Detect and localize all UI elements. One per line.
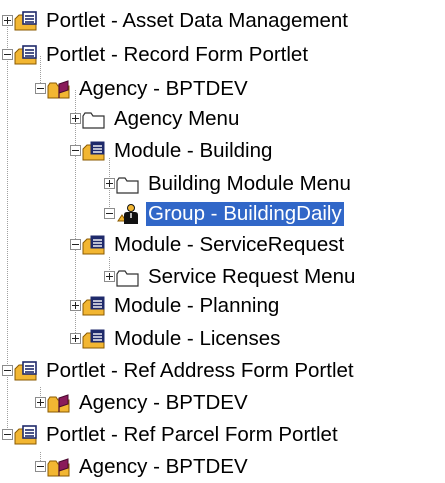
tree-node-label: Agency - BPTDEV (79, 454, 248, 478)
tree-node-module-planning[interactable]: Module - Planning (70, 289, 281, 322)
expand-toggle[interactable] (2, 15, 13, 26)
expand-toggle[interactable] (70, 300, 81, 311)
tree-node-agency-bptdev[interactable]: Agency - BPTDEV (35, 450, 250, 483)
tree-view: Portlet - Asset Data Management Portlet … (0, 0, 445, 478)
agency-folder-icon (47, 457, 70, 476)
tree-node-label: Module - Planning (114, 293, 280, 317)
module-form-icon (82, 141, 105, 160)
module-form-icon (82, 235, 105, 254)
tree-node-label: Portlet - Ref Parcel Form Portlet (46, 422, 338, 446)
tree-node-agency-bptdev[interactable]: Agency - BPTDEV (35, 386, 250, 419)
portlet-form-icon (14, 424, 37, 444)
tree-node-group-buildingdaily[interactable]: Group - BuildingDaily (104, 197, 344, 230)
tree-node-module-servicerequest[interactable]: Module - ServiceRequest (70, 228, 346, 261)
tree-node-record-form-portlet[interactable]: Portlet - Record Form Portlet (2, 38, 310, 71)
tree-node-agency-bptdev[interactable]: Agency - BPTDEV (35, 72, 250, 105)
tree-node-label: Module - ServiceRequest (114, 232, 345, 256)
tree-node-label: Building Module Menu (148, 171, 351, 195)
tree-node-label: Agency - BPTDEV (79, 390, 248, 414)
collapse-toggle[interactable] (35, 461, 46, 472)
expand-toggle[interactable] (104, 178, 115, 189)
collapse-toggle[interactable] (104, 208, 115, 219)
folder-icon (116, 176, 139, 194)
collapse-toggle[interactable] (2, 49, 13, 60)
tree-node-label: Portlet - Record Form Portlet (46, 42, 309, 66)
tree-node-label: Agency - BPTDEV (79, 76, 248, 100)
expand-toggle[interactable] (70, 333, 81, 344)
tree-node-module-building[interactable]: Module - Building (70, 134, 274, 167)
tree-node-label: Group - BuildingDaily (146, 201, 344, 226)
collapse-toggle[interactable] (35, 83, 46, 94)
collapse-toggle[interactable] (70, 239, 81, 250)
folder-icon (116, 269, 139, 287)
portlet-form-icon (14, 360, 37, 380)
collapse-toggle[interactable] (70, 145, 81, 156)
agency-folder-icon (47, 79, 70, 98)
portlet-form-icon (14, 44, 37, 64)
tree-node-label: Agency Menu (114, 106, 240, 130)
expand-toggle[interactable] (70, 113, 81, 124)
tree-node-ref-parcel-form-portlet[interactable]: Portlet - Ref Parcel Form Portlet (2, 418, 340, 451)
tree-node-module-licenses[interactable]: Module - Licenses (70, 322, 282, 355)
folder-icon (82, 111, 105, 129)
tree-node-label: Module - Building (114, 138, 273, 162)
tree-node-ref-address-form-portlet[interactable]: Portlet - Ref Address Form Portlet (2, 354, 356, 387)
tree-node-asset-data-management[interactable]: Portlet - Asset Data Management (2, 4, 350, 37)
tree-node-label: Portlet - Asset Data Management (46, 8, 348, 32)
collapse-toggle[interactable] (2, 365, 13, 376)
tree-node-agency-menu[interactable]: Agency Menu (70, 102, 241, 135)
module-form-icon (82, 329, 105, 348)
tree-node-label: Module - Licenses (114, 326, 281, 350)
tree-node-label: Portlet - Ref Address Form Portlet (46, 358, 354, 382)
user-group-icon (117, 203, 138, 224)
expand-toggle[interactable] (35, 397, 46, 408)
expand-toggle[interactable] (104, 271, 115, 282)
portlet-form-icon (14, 10, 37, 30)
tree-node-building-module-menu[interactable]: Building Module Menu (104, 167, 353, 200)
collapse-toggle[interactable] (2, 429, 13, 440)
module-form-icon (82, 296, 105, 315)
tree-node-label: Service Request Menu (148, 264, 356, 288)
agency-folder-icon (47, 393, 70, 412)
